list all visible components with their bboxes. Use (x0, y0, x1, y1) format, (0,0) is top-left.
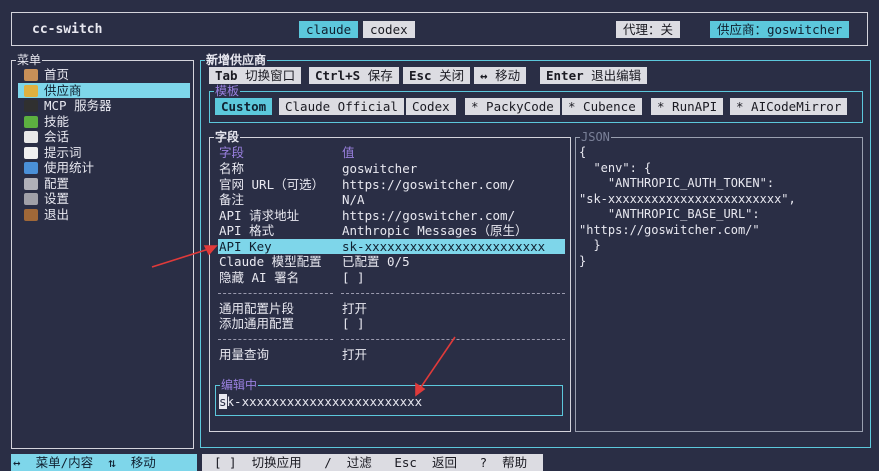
annotation-arrows (151, 245, 456, 397)
status-right: [ ] 切换应用 / 过滤 Esc 返回 ? 帮助 (202, 454, 543, 471)
arrow-to-api-key (151, 247, 213, 268)
arrow-to-editing (418, 336, 456, 391)
status-left: ↔ 菜单/内容 ⇅ 移动 (11, 454, 197, 471)
arrow-head (203, 245, 218, 256)
